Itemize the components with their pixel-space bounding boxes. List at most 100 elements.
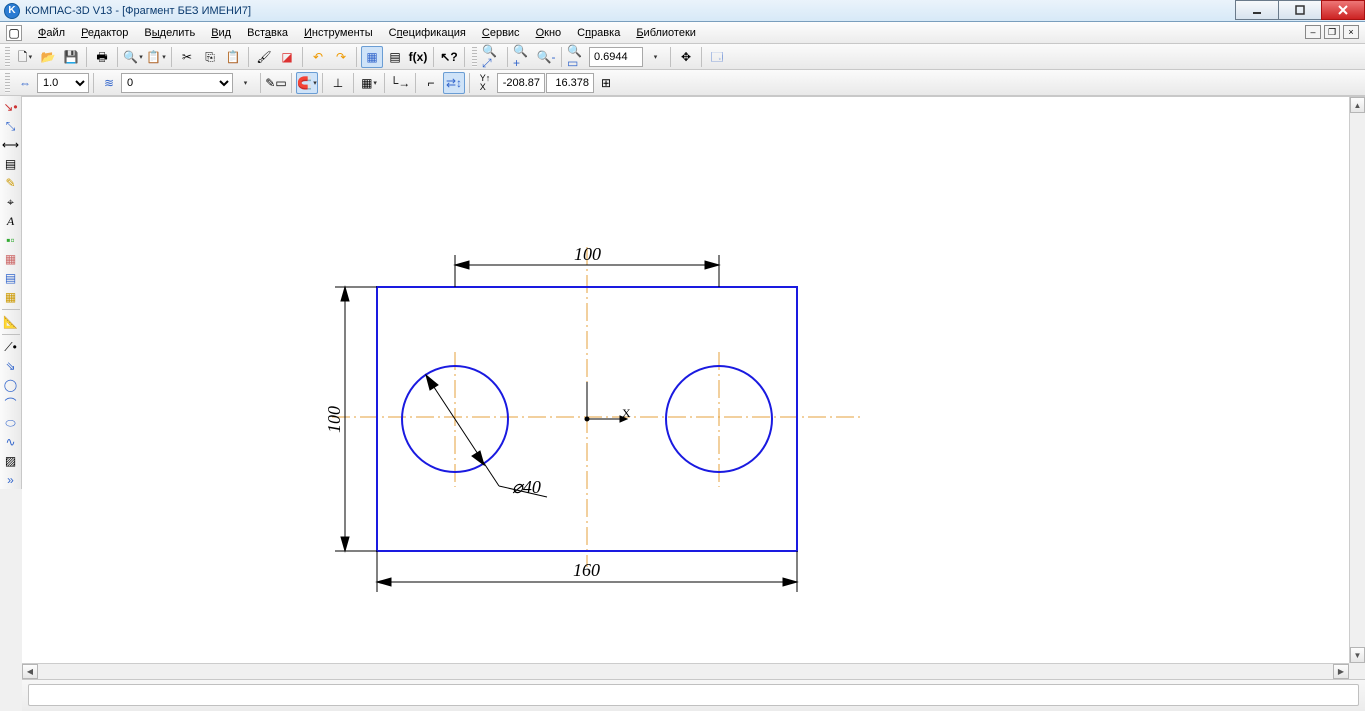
toolbar-grip-3[interactable] bbox=[5, 73, 10, 93]
message-panel[interactable] bbox=[28, 684, 1359, 706]
preview-button[interactable]: 🔍▾ bbox=[122, 46, 144, 68]
zoom-out-button[interactable]: 🔍- bbox=[535, 46, 557, 68]
ortho-button[interactable]: ⊥ bbox=[327, 72, 349, 94]
geom-line-button[interactable]: ⤡ bbox=[1, 117, 21, 135]
zoom-out-icon: 🔍- bbox=[537, 51, 556, 63]
hatch-button[interactable]: ▨ bbox=[1, 452, 21, 470]
menu-window[interactable]: Окно bbox=[528, 24, 570, 42]
print-button[interactable]: 🖶 bbox=[91, 46, 113, 68]
help-arrow-icon: ↖? bbox=[440, 51, 457, 63]
cut-button[interactable]: ✂ bbox=[176, 46, 198, 68]
titlebar: K КОМПАС-3D V13 - [Фрагмент БЕЗ ИМЕНИ7] bbox=[0, 0, 1365, 22]
document-system-icon[interactable]: ▢ bbox=[6, 25, 22, 41]
spline-icon: ∿ bbox=[5, 436, 15, 448]
paste-button[interactable]: 📋 bbox=[222, 46, 244, 68]
layer-manager-button[interactable]: ▾ bbox=[234, 72, 256, 94]
circle-button[interactable]: ◯ bbox=[1, 376, 21, 394]
tree-button[interactable]: 📋▾ bbox=[145, 46, 167, 68]
menu-insert[interactable]: Вставка bbox=[239, 24, 296, 42]
segment-button[interactable]: ⇘ bbox=[1, 357, 21, 375]
maximize-button[interactable] bbox=[1278, 0, 1322, 20]
report-button[interactable]: ▤ bbox=[1, 269, 21, 287]
menu-help[interactable]: Справка bbox=[569, 24, 628, 42]
text-a-button[interactable]: A bbox=[1, 212, 21, 230]
dimensions-button[interactable]: ⟷ bbox=[1, 136, 21, 154]
menu-tools[interactable]: Инструменты bbox=[296, 24, 381, 42]
menu-view[interactable]: Вид bbox=[203, 24, 239, 42]
zoom-fit-button[interactable]: 🔍⤢ bbox=[481, 46, 503, 68]
menu-file[interactable]: Файл bbox=[30, 24, 73, 42]
pan-button[interactable]: ✥ bbox=[675, 46, 697, 68]
zoom-window-button[interactable]: 🔍▭ bbox=[566, 46, 588, 68]
zoom-dropdown-button[interactable]: ▾ bbox=[644, 46, 666, 68]
toolbar-state: ⇔ 1.0 ≋ 0 ▾ ✎▭ 🧲▾ ⊥ ▦▾ └→ ⌐ ⇄↕ Y↑X ⊞ bbox=[0, 70, 1365, 96]
edit-in-place-button[interactable]: ✎▭ bbox=[265, 72, 287, 94]
window-controls bbox=[1236, 0, 1365, 20]
toolbar-grip[interactable] bbox=[5, 47, 10, 67]
copy-button[interactable]: ⎘ bbox=[199, 46, 221, 68]
axis-button[interactable]: ⌖ bbox=[1, 193, 21, 211]
mdi-minimize-button[interactable]: – bbox=[1305, 25, 1321, 39]
step-select[interactable]: 1.0 bbox=[37, 73, 89, 93]
manager-button[interactable]: ▦ bbox=[361, 46, 383, 68]
scroll-down-button[interactable]: ▼ bbox=[1350, 647, 1365, 663]
mdi-controls: – ❐ × bbox=[1305, 25, 1359, 39]
arc-button[interactable]: ⌒ bbox=[1, 395, 21, 413]
track-button[interactable]: ⇄↕ bbox=[443, 72, 465, 94]
zoom-value-input[interactable] bbox=[589, 47, 643, 67]
round-button[interactable]: ⌐ bbox=[420, 72, 442, 94]
properties-button[interactable]: ◪ bbox=[276, 46, 298, 68]
toolbar-grip-2[interactable] bbox=[472, 47, 477, 67]
mdi-close-button[interactable]: × bbox=[1343, 25, 1359, 39]
mdi-restore-button[interactable]: ❐ bbox=[1324, 25, 1340, 39]
spec-button[interactable]: ▦ bbox=[1, 288, 21, 306]
scroll-up-button[interactable]: ▲ bbox=[1350, 97, 1365, 113]
chevron-button[interactable]: » bbox=[1, 471, 21, 489]
grid-button[interactable]: ▦▾ bbox=[358, 72, 380, 94]
ellipse-button[interactable]: ⬭ bbox=[1, 414, 21, 432]
snap-toggle-button[interactable]: 🧲▾ bbox=[296, 72, 318, 94]
lock-icon: ⊞ bbox=[601, 77, 611, 89]
layers-button[interactable]: ≋ bbox=[98, 72, 120, 94]
redo-button[interactable]: ↷ bbox=[330, 46, 352, 68]
open-button[interactable]: 📂 bbox=[37, 46, 59, 68]
variables-button[interactable]: f(x) bbox=[407, 46, 429, 68]
menu-editor[interactable]: Редактор bbox=[73, 24, 136, 42]
vertical-scrollbar[interactable]: ▲ ▼ bbox=[1349, 97, 1365, 663]
coords-mode-button[interactable]: Y↑X bbox=[474, 72, 496, 94]
lcs-button[interactable]: └→ bbox=[389, 72, 411, 94]
geom-point-button[interactable]: ↘• bbox=[1, 98, 21, 116]
menu-service[interactable]: Сервис bbox=[474, 24, 528, 42]
save-button[interactable]: 💾 bbox=[60, 46, 82, 68]
refresh-button[interactable]: 🗔 bbox=[706, 46, 728, 68]
coord-lock-button[interactable]: ⊞ bbox=[595, 72, 617, 94]
canvas[interactable]: X 100 100 160 bbox=[22, 96, 1365, 679]
minimize-button[interactable] bbox=[1235, 0, 1279, 20]
edit-ops-button[interactable]: ✎ bbox=[1, 174, 21, 192]
pan-icon: ✥ bbox=[681, 51, 691, 63]
measure-button[interactable]: 📐 bbox=[1, 313, 21, 331]
zoom-in-button[interactable]: 🔍+ bbox=[512, 46, 534, 68]
designation-button[interactable]: ▤ bbox=[1, 155, 21, 173]
help-arrow-button[interactable]: ↖? bbox=[438, 46, 460, 68]
spline-button[interactable]: ∿ bbox=[1, 433, 21, 451]
close-button[interactable] bbox=[1321, 0, 1365, 20]
new-button[interactable]: 🗋▾ bbox=[14, 46, 36, 68]
open-icon: 📂 bbox=[41, 51, 56, 63]
menu-libs[interactable]: Библиотеки bbox=[628, 24, 704, 42]
coord-y-input[interactable] bbox=[546, 73, 594, 93]
menu-spec[interactable]: Спецификация bbox=[381, 24, 474, 42]
format-paint-button[interactable]: 🖌 bbox=[253, 46, 275, 68]
step-button[interactable]: ⇔ bbox=[14, 72, 36, 94]
scroll-left-button[interactable]: ◀ bbox=[22, 664, 38, 679]
libraries-button[interactable]: ▤ bbox=[384, 46, 406, 68]
symbols-button[interactable]: ▪▫ bbox=[1, 231, 21, 249]
layer-select[interactable]: 0 bbox=[121, 73, 233, 93]
coord-x-input[interactable] bbox=[497, 73, 545, 93]
aux-line-button[interactable]: ⟋• bbox=[1, 338, 21, 356]
table-button[interactable]: ▦ bbox=[1, 250, 21, 268]
scroll-right-button[interactable]: ▶ bbox=[1333, 664, 1349, 679]
undo-button[interactable]: ↶ bbox=[307, 46, 329, 68]
horizontal-scrollbar[interactable]: ◀ ▶ bbox=[22, 663, 1349, 679]
menu-select[interactable]: Выделить bbox=[136, 24, 203, 42]
